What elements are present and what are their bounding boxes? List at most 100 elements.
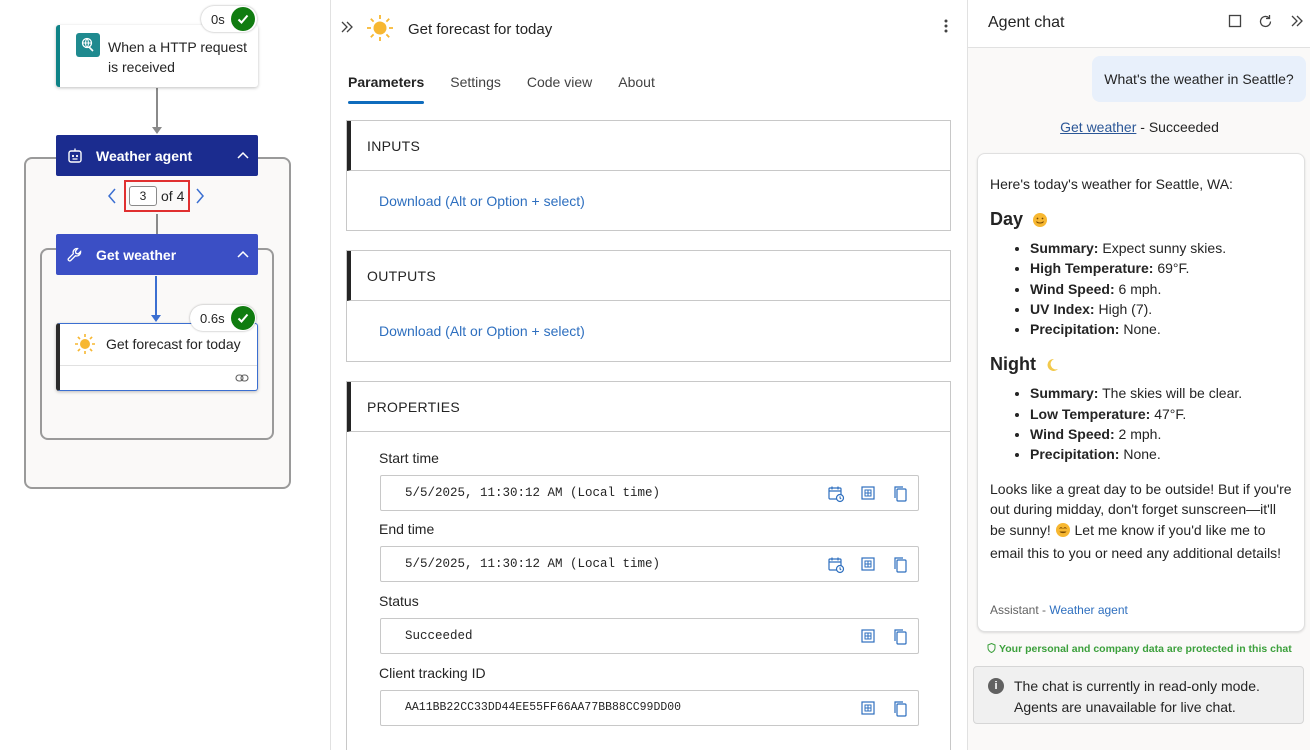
chevron-right-icon[interactable] (195, 188, 205, 207)
outputs-download-link[interactable]: Download (Alt or Option + select) (347, 301, 950, 361)
tab-about[interactable]: About (618, 74, 655, 106)
assistant-message: Here's today's weather for Seattle, WA: … (977, 153, 1305, 632)
sun-icon (74, 333, 96, 358)
signature-role: Assistant (990, 603, 1039, 617)
refresh-icon[interactable] (1258, 14, 1273, 32)
start-time-label: Start time (379, 450, 439, 466)
message-signature: Assistant - Weather agent (990, 603, 1128, 617)
info-icon: i (988, 678, 1004, 694)
list-item: Precipitation: None. (1030, 444, 1292, 464)
details-panel: Get forecast for today Parameters Settin… (332, 0, 967, 750)
night-heading: Night (990, 354, 1292, 375)
maximize-icon[interactable] (1228, 14, 1242, 31)
user-message: What's the weather in Seattle? (1092, 56, 1306, 102)
panel-tabs: Parameters Settings Code view About (348, 74, 681, 106)
more-options-icon[interactable] (944, 18, 948, 37)
properties-header[interactable]: PROPERTIES (347, 382, 950, 432)
client-tracking-id-label: Client tracking ID (379, 665, 486, 681)
day-forecast-list: Summary: Expect sunny skies. High Temper… (990, 238, 1292, 339)
iteration-pager: 3 of 4 (105, 180, 210, 212)
outputs-header[interactable]: OUTPUTS (347, 251, 950, 301)
privacy-notice-text: Your personal and company data are prote… (999, 643, 1292, 655)
trigger-duration: 0s (211, 11, 225, 27)
get-weather-label: Get weather (96, 246, 177, 263)
list-item: High Temperature: 69°F. (1030, 258, 1292, 278)
tool-call-status: Get weather - Succeeded (968, 119, 1310, 135)
list-item: Low Temperature: 47°F. (1030, 404, 1292, 424)
connector-line (156, 88, 158, 128)
connector-arrow (152, 127, 162, 134)
tab-parameters[interactable]: Parameters (348, 74, 425, 106)
weather-agent-header[interactable]: Weather agent (56, 135, 258, 176)
link-icon[interactable] (235, 370, 249, 386)
expand-grid-icon[interactable] (860, 628, 876, 647)
copy-icon[interactable] (892, 485, 908, 506)
copy-icon[interactable] (892, 628, 908, 649)
chat-header: Agent chat (968, 0, 1310, 48)
list-item: Summary: Expect sunny skies. (1030, 238, 1292, 258)
day-heading: Day (990, 209, 1292, 230)
start-time-value: 5/5/2025, 11:30:12 AM (Local time) (405, 486, 661, 500)
inputs-section: INPUTS Download (Alt or Option + select) (346, 120, 951, 231)
outputs-section: OUTPUTS Download (Alt or Option + select… (346, 250, 951, 362)
properties-section: PROPERTIES Start time 5/5/2025, 11:30:12… (346, 381, 951, 750)
double-chevron-right-icon[interactable] (1290, 14, 1304, 31)
list-item: UV Index: High (7). (1030, 299, 1292, 319)
get-forecast-label: Get forecast for today (106, 336, 241, 352)
connector-arrow (151, 315, 161, 322)
response-intro: Here's today's weather for Seattle, WA: (990, 176, 1233, 192)
get-weather-header[interactable]: Get weather (56, 234, 258, 275)
collapse-chevron-up-icon[interactable] (236, 147, 250, 163)
list-item: Summary: The skies will be clear. (1030, 383, 1292, 403)
client-tracking-id-value: AA11BB22CC33DD44EE55FF66AA77BB88CC99DD00 (405, 701, 682, 714)
trigger-label: When a HTTP request is received (108, 39, 248, 75)
http-request-icon (76, 33, 100, 57)
get-forecast-card[interactable]: Get forecast for today (56, 323, 258, 391)
tab-settings[interactable]: Settings (450, 74, 501, 106)
status-value: Succeeded (405, 629, 473, 643)
status-label: Status (379, 593, 419, 609)
calendar-clock-icon[interactable] (827, 556, 845, 577)
agent-chat-panel: Agent chat What's the weather in Seattle… (967, 0, 1310, 750)
chevron-left-icon[interactable] (107, 188, 117, 207)
expand-grid-icon[interactable] (860, 556, 876, 575)
action-duration: 0.6s (200, 310, 225, 326)
agent-bot-icon (64, 145, 86, 167)
copy-icon[interactable] (892, 700, 908, 721)
collapse-chevron-up-icon[interactable] (236, 246, 250, 262)
status-field: Succeeded (380, 618, 919, 654)
panel-title: Get forecast for today (408, 21, 553, 38)
expand-grid-icon[interactable] (860, 700, 876, 719)
chat-title: Agent chat (988, 14, 1065, 31)
weather-agent-label: Weather agent (96, 147, 193, 164)
night-forecast-list: Summary: The skies will be clear. Low Te… (990, 383, 1292, 464)
trigger-card[interactable]: When a HTTP request is received (56, 25, 258, 87)
success-check-icon (230, 306, 255, 330)
sun-icon (366, 14, 394, 45)
crescent-moon-icon (1044, 357, 1060, 373)
calendar-clock-icon[interactable] (827, 485, 845, 506)
list-item: Precipitation: None. (1030, 319, 1292, 339)
inputs-download-link[interactable]: Download (Alt or Option + select) (347, 171, 950, 231)
action-duration-badge: 0.6s (190, 305, 256, 331)
inputs-header[interactable]: INPUTS (347, 121, 950, 171)
readonly-notice-text: The chat is currently in read-only mode.… (1014, 678, 1260, 715)
expand-grid-icon[interactable] (860, 485, 876, 504)
shield-icon (987, 642, 996, 656)
double-chevron-right-icon[interactable] (340, 20, 354, 37)
success-check-icon (230, 7, 255, 31)
pager-current-input[interactable]: 3 (129, 186, 157, 206)
tool-call-link[interactable]: Get weather (1060, 119, 1136, 135)
response-closing: Looks like a great day to be outside! Bu… (990, 480, 1292, 562)
night-heading-text: Night (990, 354, 1036, 375)
tab-code-view[interactable]: Code view (527, 74, 592, 106)
connector-line (155, 276, 157, 316)
sun-face-icon (1031, 211, 1049, 229)
pager-total: of 4 (161, 188, 185, 204)
readonly-notice: i The chat is currently in read-only mod… (973, 666, 1304, 724)
designer-canvas: When a HTTP request is received 0s Weath… (0, 0, 331, 750)
end-time-value: 5/5/2025, 11:30:12 AM (Local time) (405, 557, 661, 571)
card-divider (60, 365, 257, 366)
privacy-notice: Your personal and company data are prote… (968, 642, 1310, 656)
copy-icon[interactable] (892, 556, 908, 577)
